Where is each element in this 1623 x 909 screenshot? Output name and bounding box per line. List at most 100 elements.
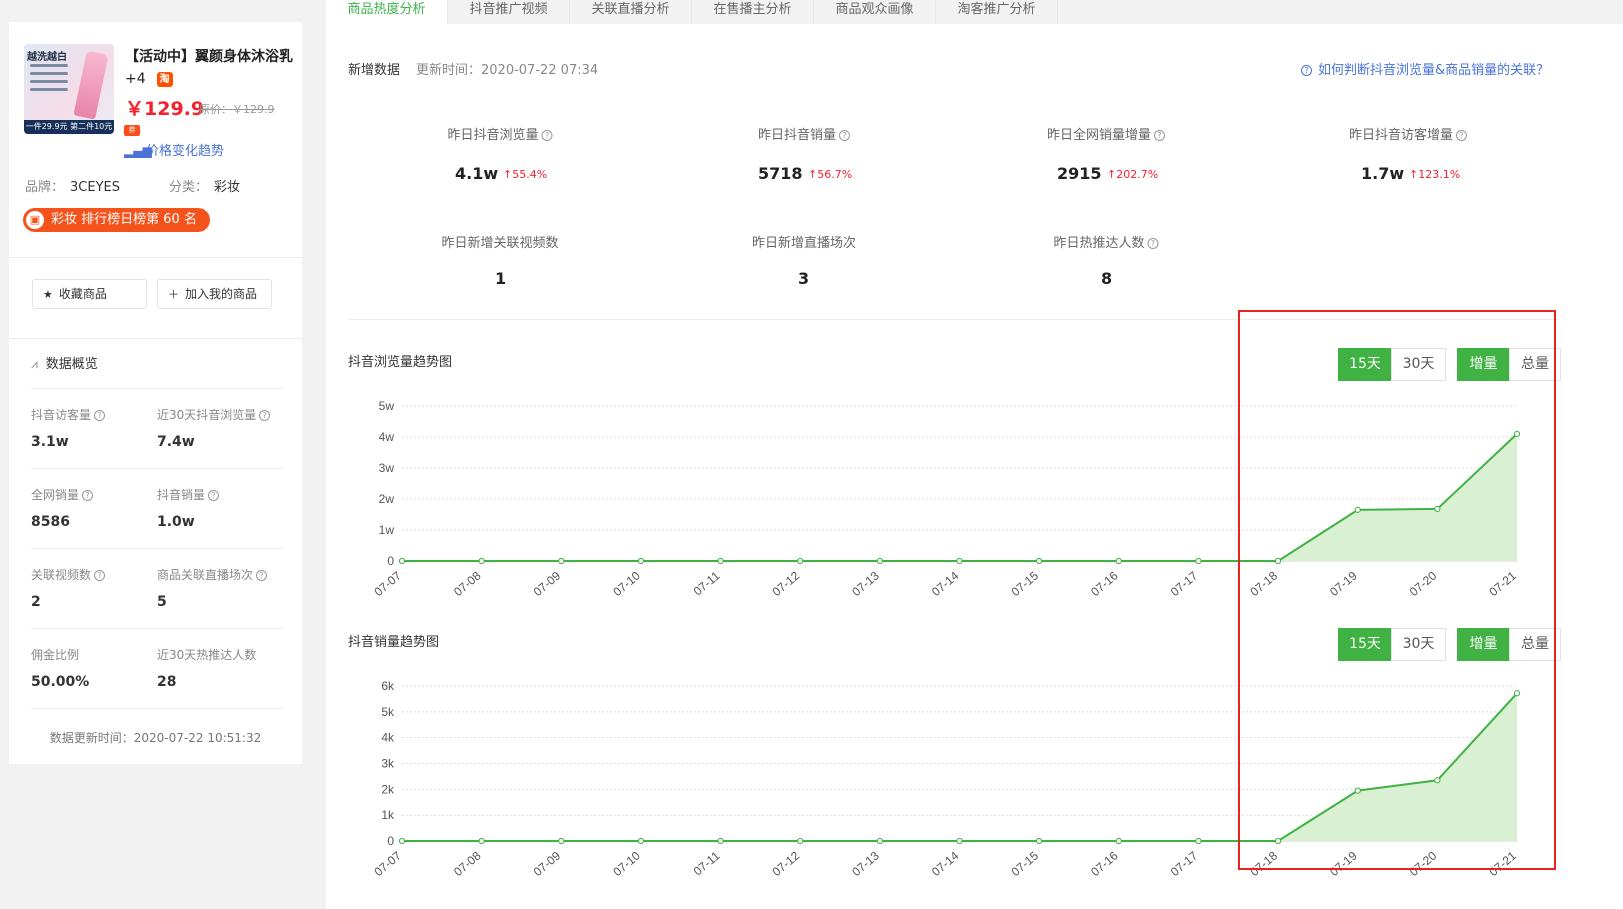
help-icon[interactable]: ?	[1456, 130, 1468, 141]
x-tick-label: 07-15	[1009, 848, 1042, 879]
tab-sellers[interactable]: 在售播主分析	[692, 0, 814, 24]
kpi-value: 2915	[1057, 164, 1102, 183]
data-point	[637, 557, 645, 565]
thumb-feature-lines	[30, 64, 68, 96]
data-point	[876, 557, 883, 565]
kpi-label: 昨日新增直播场次	[751, 236, 857, 251]
product-tube-graphic	[73, 50, 109, 120]
tab-audience[interactable]: 商品观众画像	[814, 0, 936, 24]
kpi-label: 昨日全网销量增量?	[1047, 124, 1166, 143]
x-tick-label: 07-13	[849, 848, 882, 879]
kpi-change: ↑56.7%	[808, 168, 853, 181]
divider	[9, 257, 302, 258]
y-tick-label: 3w	[379, 461, 395, 475]
rank-badge[interactable]: ▣ 彩妆 排行榜日榜第 60 名	[23, 208, 210, 232]
stat-label: 抖音访客量?	[31, 406, 106, 423]
help-icon[interactable]: ?	[839, 130, 851, 141]
tab-taoke[interactable]: 淘客推广分析	[936, 0, 1058, 24]
stat-value: 2	[31, 594, 41, 610]
tab-heat-analysis[interactable]: 商品热度分析	[326, 0, 448, 24]
kpi-label: 昨日新增关联视频数	[441, 236, 559, 251]
y-tick-label: 1w	[379, 523, 395, 537]
x-tick-label: 07-07	[371, 568, 404, 599]
y-tick-label: 5w	[379, 399, 395, 413]
overview-title-text: 数据概览	[45, 357, 98, 372]
data-point	[717, 837, 724, 845]
x-tick-label: 07-16	[1088, 568, 1121, 599]
y-tick-label: 3k	[381, 757, 395, 771]
kpi-label: 昨日抖音浏览量?	[447, 124, 553, 143]
data-point	[956, 557, 963, 565]
help-icon[interactable]: ?	[541, 130, 553, 141]
plus-icon: ＋	[168, 288, 179, 301]
product-image[interactable]: 越洗越白 一件29.9元 第二件10元	[24, 44, 114, 134]
data-point	[1036, 837, 1043, 845]
help-icon[interactable]: ?	[94, 410, 106, 421]
x-tick-label: 07-13	[849, 568, 882, 599]
x-tick-label: 07-07	[371, 848, 404, 879]
divider	[31, 548, 284, 549]
kpi-value: 4.1w	[455, 164, 499, 183]
divider	[31, 468, 284, 469]
title-extra: +4	[125, 71, 146, 87]
data-point	[558, 837, 565, 845]
stat-value: 5	[157, 594, 167, 610]
bag-icon: ▣	[26, 211, 44, 229]
help-icon[interactable]: ?	[94, 570, 106, 581]
data-point	[1115, 557, 1122, 565]
x-tick-label: 07-16	[1088, 848, 1121, 879]
highlight-box	[1238, 310, 1556, 870]
kpi-change: ↑123.1%	[1409, 168, 1461, 181]
divider	[9, 338, 302, 339]
favorite-button[interactable]: ★ 收藏商品	[32, 279, 147, 309]
divider	[31, 708, 284, 709]
stat-value: 3.1w	[31, 434, 69, 450]
x-tick-label: 07-14	[929, 568, 962, 599]
stat-value: 8586	[31, 514, 70, 530]
kpi-value: 3	[798, 269, 810, 288]
y-tick-label: 4w	[379, 430, 395, 444]
tab-live-analysis[interactable]: 关联直播分析	[570, 0, 692, 24]
y-tick-label: 2w	[379, 492, 395, 506]
data-point	[876, 837, 883, 845]
help-link[interactable]: ? 如何判断抖音浏览量&商品销量的关联？	[1298, 59, 1549, 78]
help-icon[interactable]: ?	[208, 490, 220, 501]
kpi-label: 昨日抖音访客增量?	[1349, 124, 1468, 143]
help-icon[interactable]: ?	[1147, 238, 1159, 249]
add-mine-label: 加入我的商品	[185, 287, 258, 301]
add-to-my-products-button[interactable]: ＋ 加入我的商品	[157, 279, 272, 309]
kpi-label: 昨日热推达人数?	[1053, 232, 1159, 251]
x-tick-label: 07-11	[691, 568, 723, 598]
category-row: 分类： 彩妆	[169, 176, 240, 195]
trend-chart-icon: ⩘	[31, 357, 38, 371]
data-point	[1195, 837, 1202, 845]
x-tick-label: 07-15	[1009, 568, 1042, 599]
data-point	[956, 837, 963, 845]
stat-label: 佣金比例	[31, 648, 80, 662]
tab-promo-videos[interactable]: 抖音推广视频	[448, 0, 570, 24]
x-tick-label: 07-08	[451, 568, 484, 599]
thumb-promo-bar: 一件29.9元 第二件10元	[24, 120, 114, 134]
help-icon[interactable]: ?	[82, 490, 94, 501]
help-icon[interactable]: ?	[259, 410, 271, 421]
help-icon[interactable]: ?	[1154, 130, 1166, 141]
data-point	[637, 837, 645, 845]
category-value: 彩妆	[214, 180, 241, 195]
product-price: ￥129.9	[125, 98, 205, 120]
kpi-change: ↑202.7%	[1107, 168, 1159, 181]
data-point	[797, 557, 804, 565]
brand-row: 品牌： 3CEYES	[25, 176, 120, 195]
help-icon[interactable]: ?	[256, 570, 268, 581]
star-icon: ★	[43, 288, 53, 301]
taobao-icon: 淘	[156, 71, 173, 87]
product-title-text: 【活动中】翼颜身体沐浴乳	[125, 49, 293, 65]
data-point	[1115, 837, 1122, 845]
kpi-value: 1.7w	[1361, 164, 1405, 183]
original-price: 原价：￥129.9	[199, 103, 275, 116]
data-point	[478, 557, 485, 565]
product-title[interactable]: 【活动中】翼颜身体沐浴乳 +4 淘	[125, 46, 297, 90]
price-trend-link[interactable]: ▂▄▆价格变化趋势	[124, 140, 224, 159]
x-tick-label: 07-09	[531, 568, 564, 599]
divider	[31, 628, 284, 629]
kpi-value: 5718	[758, 164, 803, 183]
